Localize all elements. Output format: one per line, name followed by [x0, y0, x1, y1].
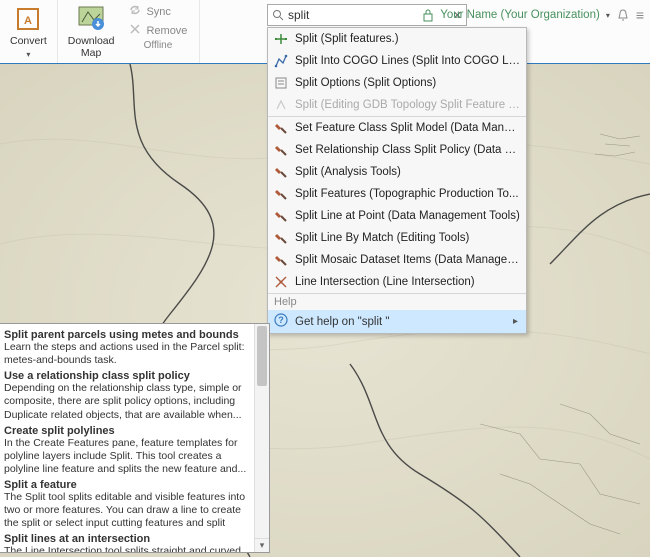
scrollbar[interactable]: ▾ — [254, 324, 269, 552]
dropdown-item-label: Split (Split features.) — [295, 33, 399, 45]
svg-text:?: ? — [278, 315, 284, 325]
hammer-icon — [274, 121, 288, 135]
sync-button: Sync — [122, 2, 193, 21]
help-result-body: Learn the steps and actions used in the … — [4, 341, 252, 367]
convert-button[interactable]: A Convert ▾ — [6, 2, 51, 61]
help-result-title: Create split polylines — [4, 425, 252, 437]
dropdown-item[interactable]: Split Line By Match (Editing Tools) — [268, 227, 526, 249]
download-map-button[interactable]: Download Map ▾ — [64, 2, 119, 72]
download-map-icon — [76, 4, 106, 34]
help-icon: ? — [274, 313, 288, 330]
hammer-icon — [274, 165, 288, 179]
convert-label: Convert — [10, 36, 47, 48]
remove-icon — [128, 22, 142, 39]
dropdown-item-label: Split Line at Point (Data Management Too… — [295, 210, 520, 222]
svg-text:A: A — [24, 15, 32, 27]
topology-icon — [274, 98, 288, 112]
help-result-body: The Split tool splits editable and visib… — [4, 491, 252, 530]
hammer-icon — [274, 253, 288, 267]
dropdown-item[interactable]: Split (Analysis Tools) — [268, 161, 526, 183]
dropdown-item[interactable]: Split Line at Point (Data Management Too… — [268, 205, 526, 227]
line-int-icon — [274, 275, 288, 289]
panel-menu-icon[interactable]: ≡ — [636, 8, 644, 22]
group-caption-offline: Offline — [144, 40, 173, 51]
convert-icon: A — [13, 4, 43, 34]
dropdown-item-label: Set Feature Class Split Model (Data Mana… — [295, 122, 520, 134]
dropdown-item: Split (Editing GDB Topology Split Featur… — [268, 94, 526, 116]
get-help-label: Get help on "split " — [295, 316, 389, 328]
get-help-item[interactable]: ? Get help on "split " ▸ — [268, 310, 526, 333]
dropdown-item-label: Line Intersection (Line Intersection) — [295, 276, 475, 288]
dropdown-item-label: Split (Editing GDB Topology Split Featur… — [295, 99, 520, 111]
cogo-icon — [274, 54, 288, 68]
hammer-icon — [274, 209, 288, 223]
ribbon-group-convert: A Convert ▾ — [0, 0, 58, 63]
dropdown-item-label: Split Mosaic Dataset Items (Data Managem… — [295, 254, 520, 266]
help-result-title: Split lines at an intersection — [4, 533, 252, 545]
help-result-item[interactable]: Create split polylinesIn the Create Feat… — [4, 425, 252, 476]
dropdown-item[interactable]: Set Feature Class Split Model (Data Mana… — [268, 117, 526, 139]
dropdown-item[interactable]: Split Options (Split Options) — [268, 72, 526, 94]
split-edit-icon — [274, 32, 288, 46]
remove-button: Remove — [122, 21, 193, 40]
dropdown-item-label: Split Line By Match (Editing Tools) — [295, 232, 469, 244]
search-icon — [272, 9, 284, 21]
dropdown-item[interactable]: Set Relationship Class Split Policy (Dat… — [268, 139, 526, 161]
help-result-body: In the Create Features pane, feature tem… — [4, 437, 252, 476]
scrollbar-thumb[interactable] — [257, 326, 267, 386]
scroll-down-button[interactable]: ▾ — [255, 538, 269, 552]
help-result-title: Split parent parcels using metes and bou… — [4, 329, 252, 341]
help-result-body: Depending on the relationship class type… — [4, 382, 252, 421]
help-result-item[interactable]: Split lines at an intersectionThe Line I… — [4, 533, 252, 552]
lock-icon — [422, 8, 434, 22]
help-result-title: Use a relationship class split policy — [4, 370, 252, 382]
dropdown-item[interactable]: Split Features (Topographic Production T… — [268, 183, 526, 205]
dropdown-item-label: Split (Analysis Tools) — [295, 166, 401, 178]
dropdown-section-help: Help — [268, 294, 526, 310]
search-dropdown: Split (Split features.) Split Into COGO L… — [267, 27, 527, 334]
help-results-panel: Split parent parcels using metes and bou… — [0, 323, 270, 553]
hammer-icon — [274, 231, 288, 245]
chevron-down-icon: ▾ — [606, 11, 610, 20]
dropdown-arrow-icon: ▾ — [26, 50, 30, 59]
help-result-title: Split a feature — [4, 479, 252, 491]
remove-label: Remove — [146, 25, 187, 37]
sync-icon — [128, 3, 142, 20]
dropdown-item-label: Set Relationship Class Split Policy (Dat… — [295, 144, 520, 156]
dropdown-item-label: Split Options (Split Options) — [295, 77, 436, 89]
help-result-item[interactable]: Split parent parcels using metes and bou… — [4, 329, 252, 367]
help-result-body: The Line Intersection tool splits straig… — [4, 545, 252, 552]
user-menu[interactable]: Your Name (Your Organization) ▾ ≡ — [422, 4, 644, 26]
chevron-right-icon: ▸ — [513, 316, 518, 327]
hammer-icon — [274, 143, 288, 157]
bell-icon[interactable] — [616, 8, 630, 22]
ribbon-group-offline: Download Map ▾ Sync Remove Offline — [58, 0, 201, 63]
hammer-icon — [274, 187, 288, 201]
user-name-label: Your Name (Your Organization) — [440, 9, 600, 21]
dropdown-item-label: Split Into COGO Lines (Split Into COGO L… — [295, 55, 520, 67]
dropdown-item-label: Split Features (Topographic Production T… — [295, 188, 519, 200]
options-icon — [274, 76, 288, 90]
help-result-item[interactable]: Use a relationship class split policyDep… — [4, 370, 252, 421]
dropdown-item[interactable]: Split Mosaic Dataset Items (Data Managem… — [268, 249, 526, 271]
help-result-item[interactable]: Split a featureThe Split tool splits edi… — [4, 479, 252, 530]
dropdown-item[interactable]: Split Into COGO Lines (Split Into COGO L… — [268, 50, 526, 72]
dropdown-item[interactable]: Split (Split features.) — [268, 28, 526, 50]
dropdown-item[interactable]: Line Intersection (Line Intersection) — [268, 271, 526, 293]
sync-label: Sync — [146, 6, 170, 18]
download-map-label: Download Map — [68, 36, 115, 59]
